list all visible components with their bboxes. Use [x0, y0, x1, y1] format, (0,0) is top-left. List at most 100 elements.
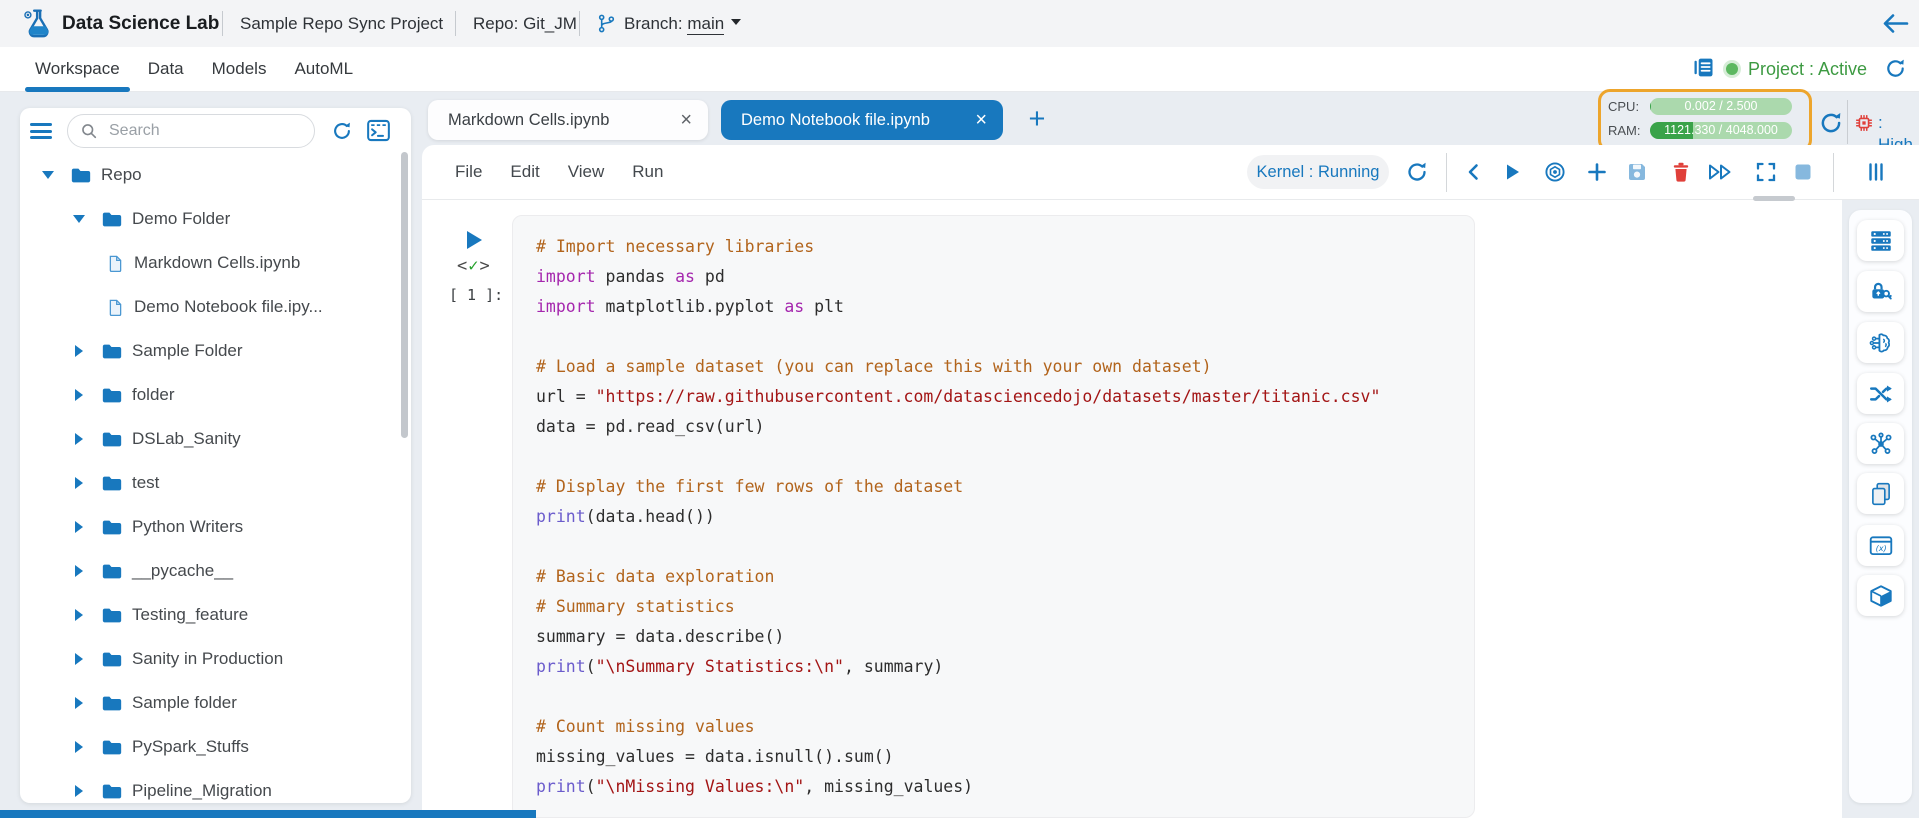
- search-box[interactable]: [67, 114, 315, 148]
- caret-right-icon[interactable]: [73, 741, 85, 753]
- chevron-left-icon[interactable]: [1462, 160, 1486, 184]
- search-input[interactable]: [107, 121, 318, 141]
- caret-right-icon[interactable]: [73, 477, 85, 489]
- rail-button-network[interactable]: [1857, 423, 1904, 464]
- tree-item[interactable]: Demo Folder: [20, 197, 411, 241]
- search-icon: [80, 122, 98, 140]
- caret-right-icon[interactable]: [73, 565, 85, 577]
- code-line: data = pd.read_csv(url): [536, 412, 1456, 442]
- code-line: # Load a sample dataset (you can replace…: [536, 352, 1456, 382]
- tree-item[interactable]: Python Writers: [20, 505, 411, 549]
- rail-button-variables[interactable]: (x): [1857, 525, 1904, 566]
- nav-tab-automl[interactable]: AutoML: [292, 59, 355, 79]
- run-all-icon[interactable]: [1707, 160, 1736, 184]
- kernel-status-badge[interactable]: Kernel : Running: [1247, 155, 1389, 189]
- branch-name[interactable]: main: [687, 14, 724, 35]
- rail-button-package[interactable]: [1857, 575, 1904, 616]
- app-logo-flask-icon: [20, 7, 54, 40]
- tree-item-label: Repo: [101, 165, 142, 185]
- ram-label: RAM:: [1608, 123, 1641, 138]
- code-cell[interactable]: # Import necessary librariesimport panda…: [512, 215, 1475, 818]
- caret-right-icon[interactable]: [73, 785, 85, 797]
- tree-item-label: Sample folder: [132, 693, 237, 713]
- add-tab-button[interactable]: +: [1022, 104, 1052, 134]
- tree-item-label: __pycache__: [132, 561, 233, 581]
- folder-icon: [101, 518, 123, 537]
- tree-item[interactable]: Testing_feature: [20, 593, 411, 637]
- kernel-refresh-icon[interactable]: [1405, 160, 1429, 184]
- tree-item[interactable]: DSLab_Sanity: [20, 417, 411, 461]
- fullscreen-icon[interactable]: [1754, 160, 1778, 184]
- back-arrow-icon[interactable]: [1882, 12, 1909, 35]
- caret-right-icon[interactable]: [73, 345, 85, 357]
- rail-button-security-lock[interactable]: [1857, 271, 1904, 312]
- nav-tab-workspace[interactable]: Workspace: [33, 59, 122, 79]
- caret-right-icon[interactable]: [73, 697, 85, 709]
- code-line: # Basic data exploration: [536, 562, 1456, 592]
- nav-tab-models[interactable]: Models: [210, 59, 269, 79]
- editor-tab-label: Demo Notebook file.ipynb: [741, 111, 961, 130]
- tree-item[interactable]: Pipeline_Migration: [20, 769, 411, 803]
- tree-item[interactable]: test: [20, 461, 411, 505]
- editor-tab[interactable]: Demo Notebook file.ipynb ×: [721, 100, 1003, 140]
- caret-right-icon[interactable]: [73, 433, 85, 445]
- nav-tab-data[interactable]: Data: [146, 59, 186, 79]
- add-cell-icon[interactable]: [1585, 160, 1609, 184]
- run-cell-icon[interactable]: [1500, 160, 1524, 184]
- code-line: print("\nMissing Values:\n", missing_val…: [536, 772, 1456, 802]
- menu-view[interactable]: View: [568, 162, 605, 182]
- horizontal-scrollbar-thumb[interactable]: [0, 810, 536, 818]
- caret-down-icon[interactable]: [42, 165, 54, 185]
- tree-item[interactable]: Sanity in Production: [20, 637, 411, 681]
- run-this-cell-icon[interactable]: [464, 229, 484, 251]
- caret-right-icon[interactable]: [73, 653, 85, 665]
- rail-button-ai-model[interactable]: [1857, 322, 1904, 363]
- cpu-chip-icon: [1853, 112, 1875, 134]
- menu-edit[interactable]: Edit: [510, 162, 539, 182]
- refresh-icon[interactable]: [331, 120, 353, 142]
- stop-kernel-icon[interactable]: [1793, 162, 1813, 182]
- interrupt-kernel-icon[interactable]: [1543, 160, 1567, 184]
- console-icon[interactable]: [365, 117, 392, 144]
- tree-item[interactable]: __pycache__: [20, 549, 411, 593]
- tree-item-label: folder: [132, 385, 175, 405]
- rail-button-documents[interactable]: [1857, 473, 1904, 514]
- file-tree: Repo Demo FolderMarkdown Cells.ipynbDemo …: [20, 153, 411, 803]
- delete-cell-icon[interactable]: [1669, 160, 1693, 184]
- tree-item[interactable]: folder: [20, 373, 411, 417]
- close-icon[interactable]: ×: [975, 110, 987, 130]
- menu-run[interactable]: Run: [632, 162, 663, 182]
- editor-tab[interactable]: Markdown Cells.ipynb×: [428, 100, 708, 140]
- close-icon[interactable]: ×: [680, 110, 692, 130]
- notebook-horizontal-scrollbar[interactable]: [1753, 196, 1795, 201]
- project-log-icon[interactable]: [1692, 56, 1715, 81]
- sidebar-scrollbar[interactable]: [401, 152, 408, 438]
- tree-item[interactable]: Demo Notebook file.ipy...: [20, 285, 411, 329]
- caret-right-icon[interactable]: [73, 521, 85, 533]
- tree-item[interactable]: Repo: [20, 153, 411, 197]
- layout-columns-icon[interactable]: [1864, 160, 1888, 184]
- menu-icon[interactable]: [30, 123, 52, 140]
- file-icon: [106, 297, 125, 318]
- tree-item[interactable]: Sample folder: [20, 681, 411, 725]
- refresh-icon[interactable]: [1884, 57, 1907, 80]
- caret-down-icon[interactable]: [73, 209, 85, 229]
- app-title: Data Science Lab: [62, 0, 219, 47]
- tree-item-label: Sample Folder: [132, 341, 243, 361]
- branch-selector[interactable]: Branch: main: [624, 0, 741, 47]
- save-notebook-icon[interactable]: [1625, 160, 1649, 184]
- rail-button-dataset[interactable]: [1857, 220, 1904, 261]
- code-line: import matplotlib.pyplot as plt: [536, 292, 1456, 322]
- cpu-label: CPU:: [1608, 99, 1639, 114]
- notebook-toolbar: File Edit View Run Kernel : Running: [422, 145, 1919, 200]
- caret-right-icon[interactable]: [73, 389, 85, 401]
- tree-item[interactable]: Markdown Cells.ipynb: [20, 241, 411, 285]
- tree-item[interactable]: PySpark_Stuffs: [20, 725, 411, 769]
- folder-icon: [70, 166, 92, 185]
- menu-file[interactable]: File: [455, 162, 482, 182]
- documents-icon: [1868, 481, 1894, 507]
- refresh-icon[interactable]: [1818, 110, 1844, 136]
- tree-item[interactable]: Sample Folder: [20, 329, 411, 373]
- caret-right-icon[interactable]: [73, 609, 85, 621]
- rail-button-shuffle[interactable]: [1857, 373, 1904, 414]
